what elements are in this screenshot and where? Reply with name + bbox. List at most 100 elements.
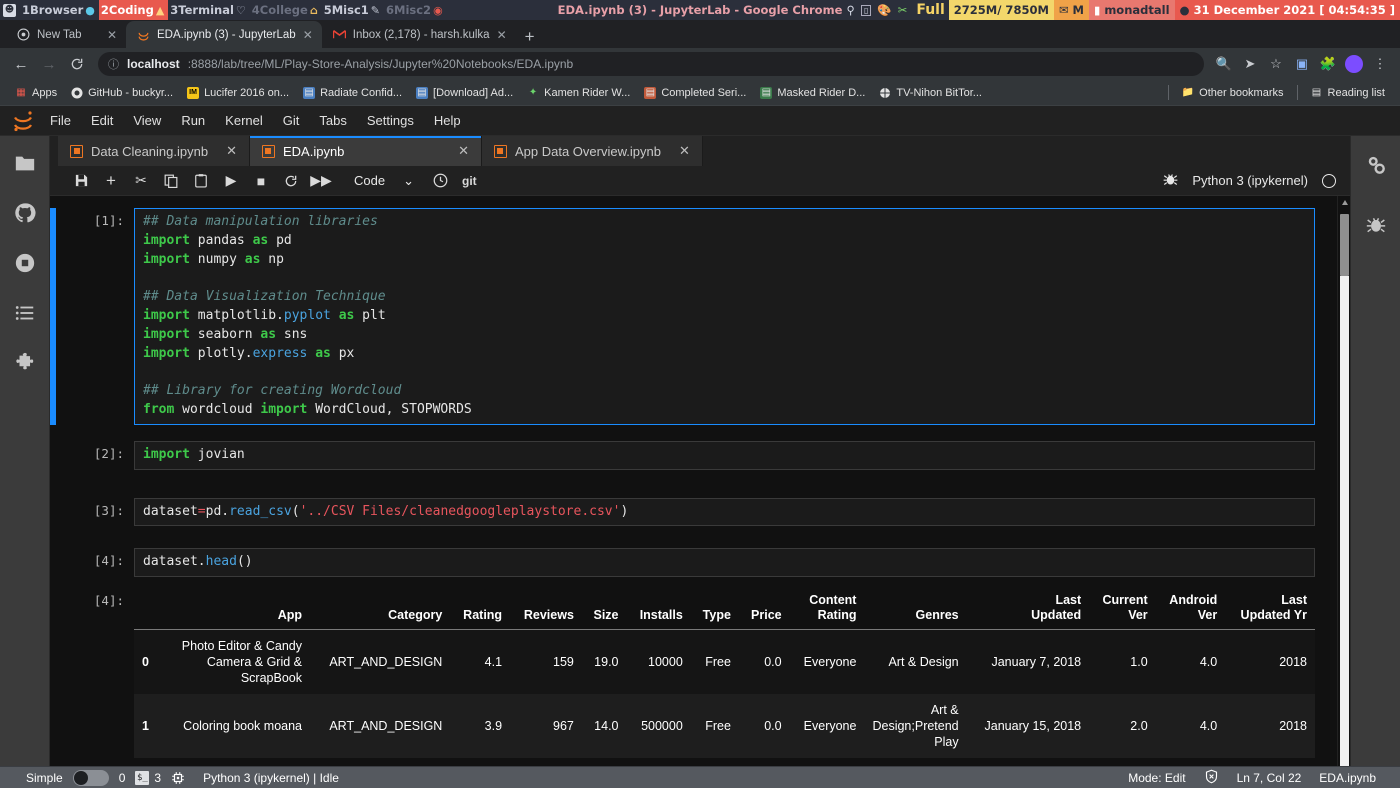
file-browser-icon[interactable] [12, 150, 38, 176]
menu-edit[interactable]: Edit [81, 106, 123, 136]
debugger-bug-icon[interactable] [1163, 172, 1178, 190]
workspace-tag-4college[interactable]: 4College ⌂ [250, 0, 322, 20]
stop-kernel-icon[interactable]: ■ [246, 168, 276, 194]
info-circle-icon[interactable]: ⓘ [108, 56, 119, 72]
workspace-tag-2coding[interactable]: 2Coding ▲ [98, 0, 169, 20]
table-of-contents-icon[interactable] [12, 300, 38, 326]
notebook-cell[interactable]: [1]: ## Data manipulation libraries impo… [50, 208, 1337, 425]
resource-usage-icon[interactable] [171, 771, 185, 785]
notebook-scroll-area[interactable]: [1]: ## Data manipulation libraries impo… [50, 196, 1350, 766]
cell-editor[interactable]: dataset=pd.read_csv('../CSV Files/cleane… [134, 497, 1315, 527]
notebook-cells-container: [1]: ## Data manipulation libraries impo… [50, 196, 1337, 766]
history-icon[interactable] [426, 168, 456, 194]
folder-icon: ▤ [644, 86, 657, 99]
share-icon[interactable]: ➤ [1238, 52, 1262, 76]
kernel-name-label[interactable]: Python 3 (ipykernel) [1192, 173, 1308, 188]
profile-avatar[interactable] [1342, 52, 1366, 76]
location-icon[interactable]: ⚲ [847, 3, 855, 17]
bookmark-apps[interactable]: ▦ Apps [8, 84, 64, 102]
close-icon[interactable]: ✕ [303, 29, 313, 41]
notebook-cell[interactable]: [3]: dataset=pd.read_csv('../CSV Files/c… [50, 497, 1337, 527]
notebook-cell[interactable]: [4]: dataset.head() [50, 548, 1337, 578]
kernel-count-chip[interactable]: 0 [119, 771, 126, 785]
restart-kernel-icon[interactable] [276, 168, 306, 194]
menu-file[interactable]: File [40, 106, 81, 136]
shield-x-icon[interactable] [1204, 769, 1219, 787]
browser-tab-jupyterlab[interactable]: EDA.ipynb (3) - JupyterLab ✕ [126, 21, 322, 48]
extension-manager-icon[interactable] [12, 350, 38, 376]
scrollbar-track[interactable] [1340, 276, 1349, 766]
property-inspector-icon[interactable] [1363, 152, 1389, 178]
notebook-cell[interactable]: [2]: import jovian [50, 440, 1337, 470]
cell-editor[interactable]: ## Data manipulation libraries import pa… [134, 208, 1315, 425]
extension-puzzle-icon[interactable]: 🧩 [1316, 52, 1340, 76]
network-icon[interactable]: ✂ [898, 3, 908, 17]
browser-tab-gmail[interactable]: Inbox (2,178) - harsh.kulka ✕ [322, 21, 516, 48]
new-tab-button[interactable]: + [516, 28, 544, 48]
close-icon[interactable]: ✕ [216, 143, 237, 159]
cell-editor[interactable]: dataset.head() [134, 548, 1315, 578]
menu-view[interactable]: View [123, 106, 171, 136]
workspace-tag-1browser[interactable]: 1Browser ● [20, 0, 99, 20]
workspace-tag-6misc2[interactable]: 6Misc2 ◉ [384, 0, 447, 20]
notebook-tab-app-data-overview[interactable]: App Data Overview.ipynb ✕ [481, 136, 703, 166]
star-icon[interactable]: ☆ [1264, 52, 1288, 76]
debugger-icon[interactable] [1363, 212, 1389, 238]
user-indicator: ▮ monadtall [1088, 0, 1175, 20]
cell-type-dropdown[interactable]: Code ⌄ [348, 173, 420, 189]
menu-tabs[interactable]: Tabs [309, 106, 356, 136]
bookmark-tv-nihon[interactable]: TV-Nihon BitTor... [872, 84, 989, 102]
mail-indicator[interactable]: ✉ M [1053, 0, 1089, 20]
cut-icon[interactable]: ✂ [126, 168, 156, 194]
cell-price: 0.0 [764, 719, 782, 734]
media-icon[interactable]: ▣ [1290, 52, 1314, 76]
git-button[interactable]: git [456, 168, 483, 194]
menu-run[interactable]: Run [171, 106, 215, 136]
menu-kernel[interactable]: Kernel [215, 106, 273, 136]
workspace-tag-3terminal[interactable]: 3Terminal ♡ [168, 0, 249, 20]
notebook-tab-data-cleaning[interactable]: Data Cleaning.ipynb ✕ [58, 136, 250, 166]
copy-icon[interactable] [156, 168, 186, 194]
bookmark-other-bookmarks[interactable]: 📁 Other bookmarks [1175, 84, 1290, 102]
bookmark-download[interactable]: ▤ [Download] Ad... [409, 84, 520, 102]
scrollbar-thumb[interactable] [1340, 214, 1349, 276]
simple-mode-toggle[interactable] [72, 769, 109, 786]
zoom-icon[interactable]: 🔍 [1212, 52, 1236, 76]
bookmark-kamen-rider-w[interactable]: ✦ Kamen Rider W... [520, 84, 637, 102]
forward-button[interactable]: → [36, 51, 62, 77]
close-icon[interactable]: ✕ [497, 29, 507, 41]
reading-list-button[interactable]: ▤ Reading list [1304, 84, 1392, 102]
running-kernels-icon[interactable] [12, 250, 38, 276]
close-icon[interactable]: ✕ [448, 143, 469, 159]
run-cell-icon[interactable]: ▶ [216, 168, 246, 194]
menu-git[interactable]: Git [273, 106, 310, 136]
bookmark-lucifer[interactable]: IM Lucifer 2016 on... [180, 84, 296, 102]
menu-help[interactable]: Help [424, 106, 471, 136]
close-icon[interactable]: ✕ [107, 29, 117, 41]
insert-cell-icon[interactable]: + [96, 168, 126, 194]
cell-editor[interactable]: import jovian [134, 440, 1315, 470]
chrome-menu-icon[interactable]: ⋮ [1368, 52, 1392, 76]
battery-icon[interactable]: ▯ [860, 4, 872, 16]
menu-settings[interactable]: Settings [357, 106, 424, 136]
paste-icon[interactable] [186, 168, 216, 194]
bookmark-completed-series[interactable]: ▤ Completed Seri... [637, 84, 753, 102]
palette-icon[interactable]: 🎨 [877, 3, 891, 17]
notebook-vertical-scrollbar[interactable] [1337, 196, 1350, 766]
bookmark-masked-rider-d[interactable]: ▤ Masked Rider D... [753, 84, 872, 102]
scroll-up-arrow-icon[interactable] [1341, 200, 1348, 205]
notebook-tab-eda[interactable]: EDA.ipynb ✕ [249, 136, 482, 166]
back-button[interactable]: ← [8, 51, 34, 77]
bookmark-github[interactable]: GitHub - buckyr... [64, 84, 180, 102]
save-icon[interactable] [66, 168, 96, 194]
close-icon[interactable]: ✕ [669, 143, 690, 159]
bookmark-radiate[interactable]: ▤ Radiate Confid... [296, 84, 409, 102]
address-bar[interactable]: ⓘ localhost:8888/lab/tree/ML/Play-Store-… [98, 52, 1204, 76]
kernel-status-text[interactable]: Python 3 (ipykernel) | Idle [203, 771, 339, 785]
restart-run-all-icon[interactable]: ▶▶ [306, 168, 336, 194]
browser-tab-new-tab[interactable]: New Tab ✕ [6, 21, 126, 48]
terminal-count-chip[interactable]: $_ 3 [135, 770, 161, 785]
github-icon[interactable] [12, 200, 38, 226]
reload-button[interactable] [64, 51, 90, 77]
workspace-tag-5misc1[interactable]: 5Misc1 ✎ [322, 0, 384, 20]
